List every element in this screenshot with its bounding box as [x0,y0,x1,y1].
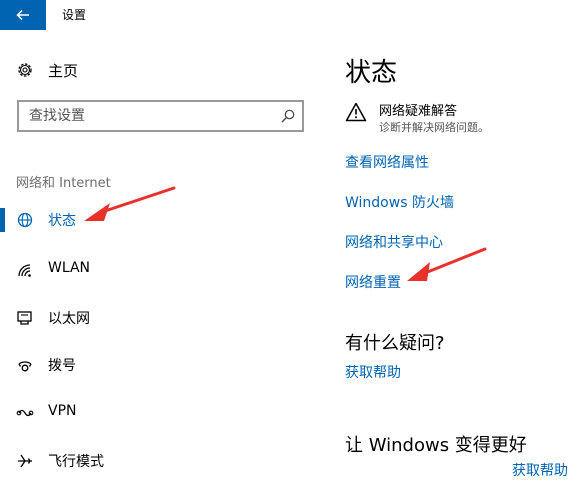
view-network-properties-link[interactable]: 查看网络属性 [345,152,429,172]
feedback-help-link[interactable]: 获取帮助 [512,460,568,480]
sidebar-item-airplane[interactable]: 飞行模式 [0,441,300,481]
windows-firewall-link[interactable]: Windows 防火墙 [345,192,454,212]
network-sharing-center-link[interactable]: 网络和共享中心 [345,232,443,252]
gear-icon [18,63,32,77]
sidebar-item-label: 拨号 [48,358,76,374]
airplane-icon [18,454,32,468]
wifi-icon [18,264,31,277]
sidebar-item-dialup[interactable]: 拨号 [0,345,300,385]
window-title: 设置 [62,8,87,22]
active-indicator [0,208,5,232]
sidebar-item-ethernet[interactable]: 以太网 [0,298,300,338]
sidebar-home-label: 主页 [48,61,79,80]
feedback-heading: 让 Windows 变得更好 [345,435,527,456]
sidebar-item-label: 以太网 [48,311,90,327]
ethernet-icon [17,311,32,325]
page-title: 状态 [345,58,398,88]
network-reset-link[interactable]: 网络重置 [345,272,401,292]
dialup-icon [18,361,32,372]
questions-heading: 有什么疑问? [345,333,445,354]
sidebar-item-label: 飞行模式 [48,454,104,470]
globe-icon [17,212,33,228]
warning-icon [345,102,367,122]
sidebar-item-vpn[interactable]: VPN [0,393,300,433]
back-arrow-icon [16,9,29,21]
back-button[interactable] [0,0,46,30]
sidebar-item-label: WLAN [48,260,91,276]
sidebar-item-label: 状态 [48,213,76,229]
search-input[interactable] [19,102,269,130]
troubleshooter-title: 网络疑难解答 [379,104,458,119]
troubleshooter-item[interactable]: 网络疑难解答 诊断并解决网络问题。 [345,98,575,138]
vpn-icon [16,409,34,417]
search-box[interactable] [17,100,304,132]
sidebar-item-label: VPN [48,403,77,419]
sidebar-item-wlan[interactable]: WLAN [0,250,300,290]
sidebar-item-status[interactable]: 状态 [0,200,300,240]
sidebar-home[interactable]: 主页 [16,58,78,82]
troubleshooter-subtitle: 诊断并解决网络问题。 [379,121,489,134]
get-help-link[interactable]: 获取帮助 [345,362,401,382]
section-label: 网络和 Internet [16,176,111,191]
title-bar: 设置 [0,0,581,30]
search-icon[interactable] [280,108,296,124]
